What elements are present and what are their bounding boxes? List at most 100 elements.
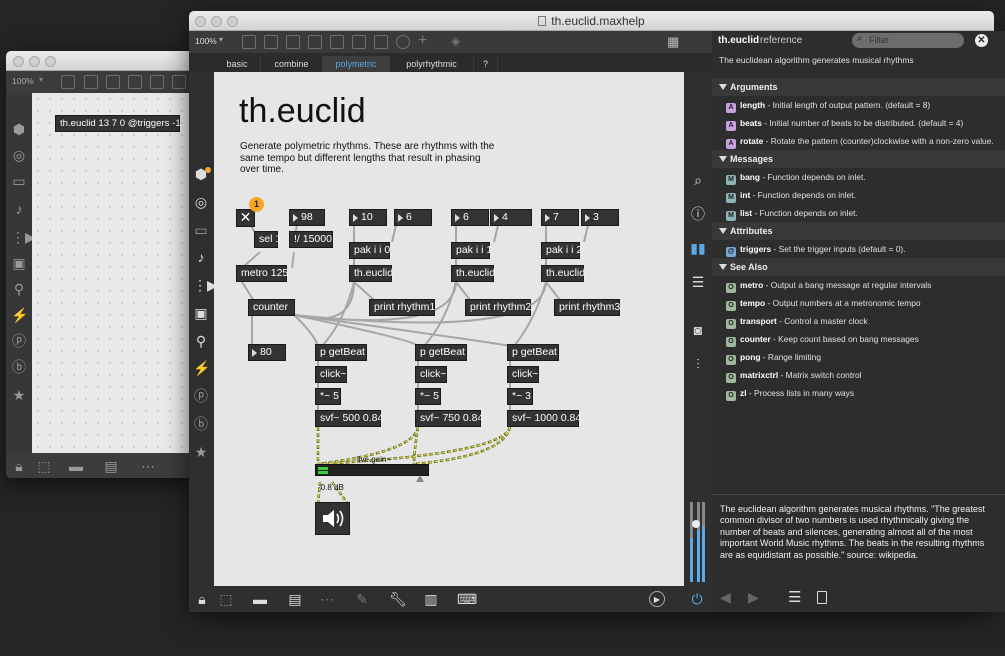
argument-rotate[interactable]: Arotate - Rotate the pattern (counter)cl… <box>726 132 996 150</box>
layers-icon[interactable]: ▤ <box>287 591 303 607</box>
back-arrow-icon[interactable]: ◀ <box>720 589 731 606</box>
lock-icon[interactable]: 🔒︎ <box>194 591 210 607</box>
live-gain-slider[interactable] <box>315 464 429 476</box>
slider-icon[interactable]: ▭ <box>193 222 209 238</box>
presentation-icon[interactable] <box>61 75 75 89</box>
search-icon[interactable]: ⌕ <box>690 172 706 188</box>
toggle-icon[interactable] <box>172 75 186 89</box>
dial-icon[interactable] <box>396 35 410 49</box>
paperclip-icon[interactable]: ⚲ <box>11 281 27 297</box>
sequence-icon[interactable]: ⋮▶ <box>11 229 36 245</box>
star-icon[interactable]: ★ <box>11 387 27 403</box>
divide-object[interactable]: !/ 15000. <box>289 231 335 248</box>
sequence-icon[interactable]: ⋮▶ <box>193 277 218 293</box>
close-box-icon[interactable] <box>128 75 142 89</box>
keyboard-icon[interactable]: ⌨ <box>457 591 477 607</box>
b-circle-icon[interactable]: ⓑ <box>11 359 27 375</box>
lock-icon[interactable]: 🔒︎ <box>11 458 27 474</box>
pak-object-1[interactable]: pak i i 0 <box>349 242 390 259</box>
euclid-object[interactable]: th.euclid 13 7 0 @triggers -1 <box>55 115 181 132</box>
page-icon[interactable] <box>817 591 827 604</box>
paint-icon[interactable]: ◈ <box>451 34 460 48</box>
power-icon[interactable]: ⏻ <box>689 591 705 607</box>
snap-icon[interactable]: ✎ <box>354 591 370 607</box>
counter-object[interactable]: counter <box>248 299 295 316</box>
see-also-transport[interactable]: Otransport - Control a master clock <box>726 312 996 330</box>
minimize-button[interactable] <box>29 56 40 67</box>
book-icon[interactable]: ▮▮ <box>690 240 706 256</box>
presentation-icon[interactable] <box>242 35 256 49</box>
add-icon[interactable]: + <box>418 32 427 50</box>
presentation-mode-icon[interactable]: ▬ <box>68 458 84 474</box>
zoom-level[interactable]: 100% <box>195 36 217 46</box>
message-bang[interactable]: Mbang - Function depends on inlet. <box>726 168 996 186</box>
getbeat-object-2[interactable]: p getBeat <box>415 344 467 361</box>
print-rhythm2-object[interactable]: print rhythm2 <box>465 299 531 316</box>
play-circle-icon[interactable]: ▶ <box>649 591 665 607</box>
attribute-triggers[interactable]: @ triggers - Set the trigger inputs (defa… <box>726 240 996 258</box>
presentation-mode-icon[interactable]: ▬ <box>252 591 268 607</box>
see-also-counter[interactable]: Ocounter - Keep count based on bang mess… <box>726 330 996 348</box>
gain-slider-handle[interactable] <box>416 475 424 482</box>
toggle-icon[interactable] <box>352 35 366 49</box>
euclid-object-2[interactable]: th.euclid <box>451 265 495 282</box>
p-circle-icon[interactable]: ⓟ <box>11 333 27 349</box>
getbeat-object-3[interactable]: p getBeat <box>507 344 559 361</box>
pak-object-2[interactable]: pak i i 1 <box>451 242 492 259</box>
number-icon[interactable] <box>374 35 388 49</box>
wrench-icon[interactable]: 🔧︎ <box>389 591 407 607</box>
multiply-object-1[interactable]: *~ 5 <box>315 388 341 405</box>
length-number-box-1[interactable]: 10 <box>349 209 387 226</box>
close-reference-icon[interactable]: ✕ <box>975 34 988 47</box>
metro-object[interactable]: metro 125 <box>236 265 288 282</box>
comment-icon[interactable] <box>286 35 300 49</box>
tab-polyrhythmic[interactable]: polyrhythmic <box>390 56 474 72</box>
argument-length[interactable]: Alength - Initial length of output patte… <box>726 96 996 114</box>
select-icon[interactable]: ⬚ <box>218 591 234 607</box>
layers-icon[interactable]: ▤ <box>103 458 119 474</box>
length-number-box-3[interactable]: 7 <box>541 209 579 226</box>
click-object-3[interactable]: click~ <box>507 366 539 383</box>
filter-field[interactable]: ⌕ Filter <box>852 33 964 48</box>
tab-combine[interactable]: combine <box>260 56 322 72</box>
zoom-button[interactable] <box>45 56 56 67</box>
beats-number-box-1[interactable]: 6 <box>394 209 432 226</box>
multiply-object-3[interactable]: *~ 3 <box>507 388 533 405</box>
svf-object-2[interactable]: svf~ 750 0.84 <box>415 410 483 427</box>
sel-object[interactable]: sel 1 <box>254 231 281 248</box>
cube-icon[interactable]: ⬢ <box>11 121 27 137</box>
grid-icon[interactable]: ⋯ <box>319 591 335 607</box>
click-object-2[interactable]: click~ <box>415 366 447 383</box>
grid-icon[interactable]: ⋯ <box>140 458 156 474</box>
print-rhythm1-object[interactable]: print rhythm1 <box>369 299 435 316</box>
slider-icon[interactable]: ▭ <box>11 173 27 189</box>
patcher-icon[interactable] <box>264 35 278 49</box>
arguments-section-header[interactable]: Arguments <box>712 78 1005 96</box>
bang-button[interactable]: ✕ <box>236 209 255 227</box>
tab-basic[interactable]: basic <box>214 56 260 72</box>
svf-object-3[interactable]: svf~ 1000 0.84 <box>507 410 581 427</box>
mixer-icon[interactable]: ⫶ <box>690 356 706 372</box>
euclid-object-3[interactable]: th.euclid <box>541 265 585 282</box>
euclid-object-1[interactable]: th.euclid <box>349 265 393 282</box>
pak-object-3[interactable]: pak i i 2 <box>541 242 582 259</box>
note-icon[interactable]: ♪ <box>193 249 209 265</box>
keyboard-grid-icon[interactable]: ▦ <box>667 34 679 50</box>
camera-icon[interactable]: ◙ <box>690 322 706 338</box>
see-also-pong[interactable]: Opong - Range limiting <box>726 348 996 366</box>
meter-handle[interactable] <box>692 520 700 528</box>
info-icon[interactable]: ⓘ <box>690 206 706 222</box>
getbeat-object-1[interactable]: p getBeat <box>315 344 367 361</box>
click-object-1[interactable]: click~ <box>315 366 347 383</box>
background-canvas[interactable]: th.euclid 13 7 0 @triggers -1 <box>32 93 202 453</box>
list-icon[interactable]: ☰ <box>690 274 706 290</box>
b-circle-icon[interactable]: ⓑ <box>193 416 209 432</box>
tab-polymetric[interactable]: polymetric <box>322 56 390 72</box>
piano-icon[interactable]: ▥ <box>423 591 439 607</box>
p-circle-icon[interactable]: ⓟ <box>193 388 209 404</box>
see-also-matrixctrl[interactable]: Omatrixctrl - Matrix switch control <box>726 366 996 384</box>
beats-number-box-3[interactable]: 3 <box>581 209 619 226</box>
count-number-box[interactable]: 80 <box>248 344 286 361</box>
button-icon[interactable] <box>150 75 164 89</box>
tab-help[interactable]: ? <box>474 56 498 72</box>
